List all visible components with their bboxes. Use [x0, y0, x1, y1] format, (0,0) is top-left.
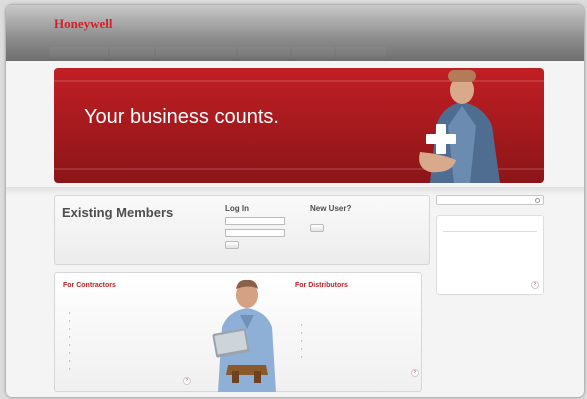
- divider: [443, 231, 537, 232]
- existing-members-panel: Existing Members Log In New User?: [54, 195, 430, 265]
- site-header: Honeywell: [6, 5, 584, 61]
- hero-banner: Your business counts.: [54, 68, 544, 183]
- new-user-title: New User?: [310, 204, 352, 213]
- login-button[interactable]: [225, 241, 239, 249]
- nav-item-1[interactable]: [50, 47, 108, 57]
- hero-title: Your business counts.: [84, 106, 279, 128]
- nav-item-2[interactable]: [110, 47, 154, 57]
- nav-item-3[interactable]: [156, 47, 236, 57]
- sign-up-button[interactable]: [310, 224, 324, 232]
- distributors-benefits-list: [301, 322, 417, 362]
- contractor-benefit: [69, 310, 193, 316]
- contractors-benefits-list: [69, 310, 193, 374]
- contractor-benefit: [69, 350, 193, 356]
- password-input[interactable]: [225, 229, 285, 237]
- search-icon[interactable]: [535, 198, 540, 203]
- technician-photo: [419, 70, 500, 183]
- nav-item-6[interactable]: [336, 47, 386, 57]
- distributor-benefit: [301, 354, 417, 360]
- distributors-arrow-icon[interactable]: [411, 369, 419, 377]
- contractor-photo: [212, 279, 276, 392]
- main-content: Existing Members Log In New User? For Co…: [54, 195, 430, 395]
- right-sidebar: [436, 195, 544, 315]
- separator-band: [6, 187, 584, 195]
- search-box[interactable]: [436, 195, 544, 205]
- utility-links: [466, 13, 540, 18]
- contractor-benefit: [69, 366, 193, 372]
- utility-link-1[interactable]: [466, 13, 506, 18]
- nav-item-4[interactable]: [238, 47, 290, 57]
- distributor-benefit: [301, 346, 417, 352]
- distributors-title: For Distributors: [295, 282, 348, 289]
- contractor-benefit: [69, 326, 193, 332]
- contractors-title: For Contractors: [63, 282, 116, 289]
- contractor-benefit: [69, 358, 193, 364]
- utility-link-2[interactable]: [512, 13, 540, 18]
- contractor-benefit: [69, 334, 193, 340]
- nav-item-5[interactable]: [292, 47, 334, 57]
- new-user-section: New User?: [310, 204, 425, 234]
- contractor-benefit: [69, 342, 193, 348]
- browser-frame: Honeywell Your business counts. Existing…: [6, 5, 584, 397]
- opportunities-panel: [436, 215, 544, 295]
- username-input[interactable]: [225, 217, 285, 225]
- login-title: Log In: [225, 204, 249, 213]
- contractors-arrow-icon[interactable]: [183, 377, 191, 385]
- members-title: Existing Members: [62, 205, 174, 220]
- opportunities-arrow-icon[interactable]: [531, 281, 539, 289]
- login-actions: [225, 241, 295, 249]
- main-nav: [50, 47, 386, 57]
- contractor-benefit: [69, 318, 193, 324]
- brand-tagline: [141, 20, 221, 26]
- distributor-benefit: [301, 338, 417, 344]
- login-form: Log In: [225, 204, 295, 249]
- distributor-benefit: [301, 322, 417, 328]
- distributor-benefit: [301, 330, 417, 336]
- honeywell-logo[interactable]: Honeywell: [54, 16, 113, 32]
